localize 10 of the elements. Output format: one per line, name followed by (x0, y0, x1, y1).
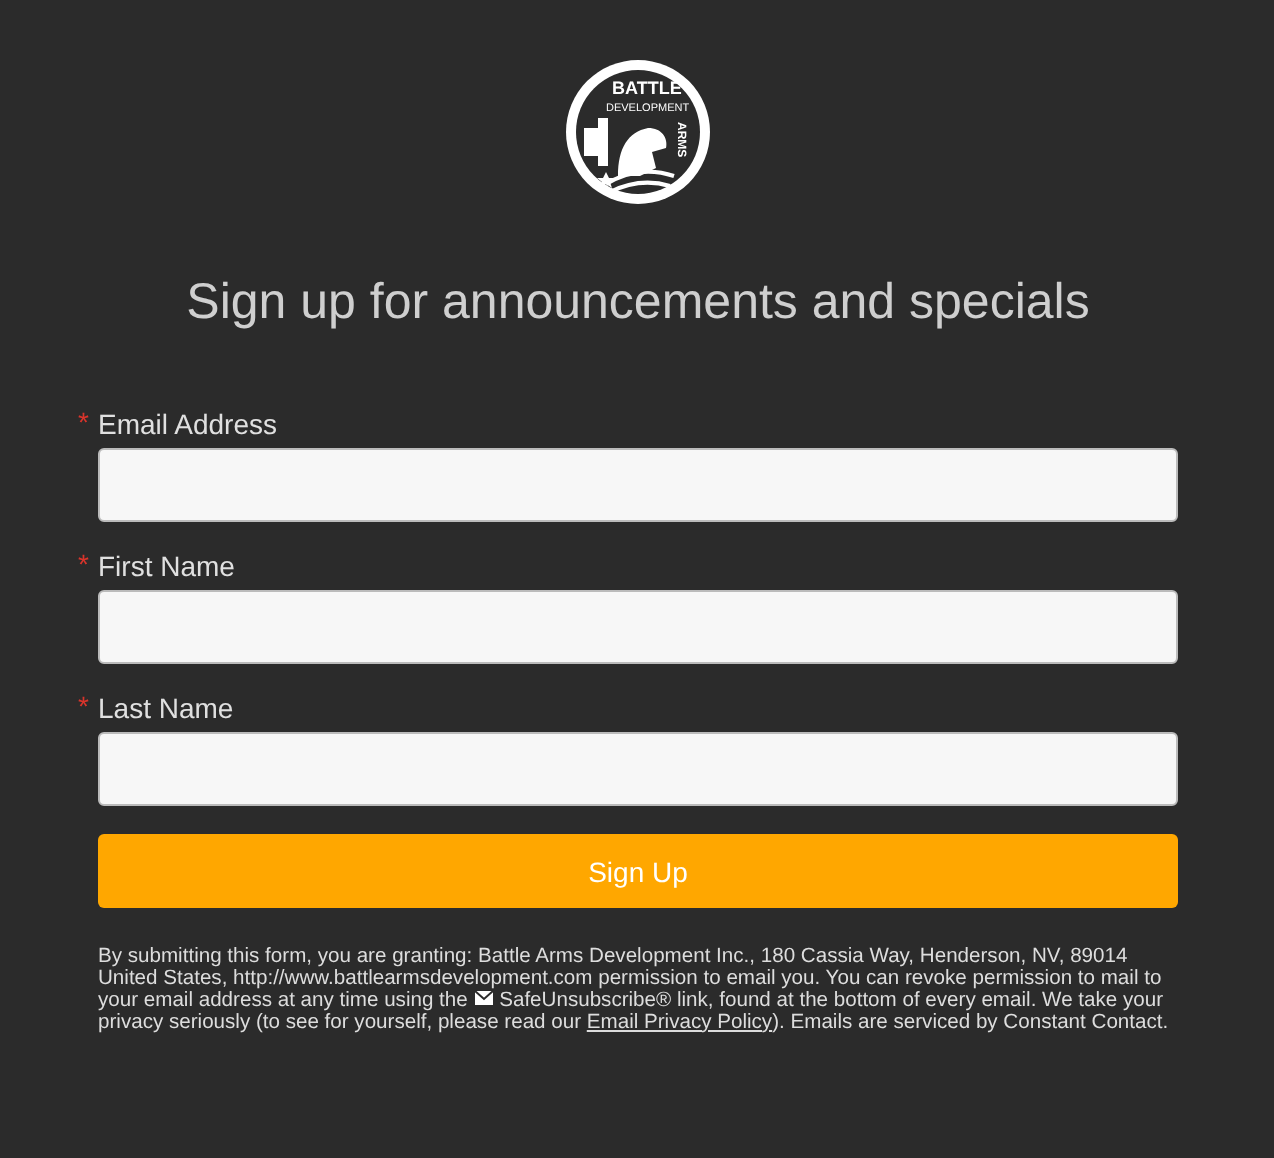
input-field[interactable] (98, 590, 1178, 664)
privacy-policy-link[interactable]: Email Privacy Policy (586, 1011, 773, 1034)
form-title: Sign up for announcements and specials (184, 274, 1092, 332)
input-field[interactable] (98, 448, 1178, 522)
required-mark: * (78, 690, 89, 722)
envelope-icon (473, 990, 494, 1007)
consent-disclaimer: By submitting this form, you are granting: Battle Arms Development Inc., 180 Cassia Way, Henderson, NV, 89014 United States, http://www.battlearmsdevelopment.com permission to email you. You can revoke permission to mail to your email address at any time using the SafeUnsubscribe® link, found at the bottom of every email. We take your privacy seriously (to see for yourself, please read our Email Privacy Policy). Emails are serviced by Constant Contact. (98, 948, 1171, 1035)
required-mark: * (78, 548, 89, 580)
required-mark: * (78, 406, 89, 438)
input-field[interactable] (98, 732, 1178, 806)
